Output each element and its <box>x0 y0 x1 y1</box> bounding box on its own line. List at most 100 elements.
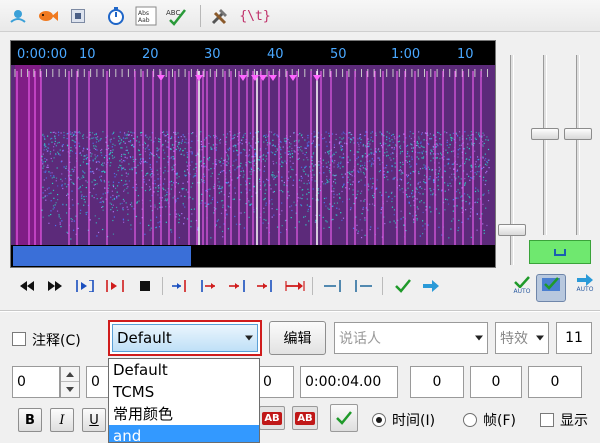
spectrogram-view[interactable]: 0:00:00 10 20 30 40 50 1:00 10 <box>10 40 496 268</box>
duration-field[interactable]: 0:00:04.00 <box>300 366 398 398</box>
italic-button[interactable]: I <box>50 408 74 432</box>
edit-button-label: 编辑 <box>283 331 312 347</box>
play-end-icon[interactable] <box>224 274 250 298</box>
style-option[interactable]: TCMS <box>109 381 259 403</box>
margin-right-value: 0 <box>491 374 501 390</box>
italic-label: I <box>59 412 65 428</box>
comment-checkbox[interactable] <box>12 332 26 346</box>
spectrogram-canvas[interactable] <box>11 41 495 267</box>
margin-left-value: 0 <box>432 374 442 390</box>
bold-button[interactable]: B <box>18 408 42 432</box>
play-to-end-icon[interactable] <box>282 274 308 298</box>
set-start-icon[interactable] <box>320 274 346 298</box>
vertical-zoom-track[interactable] <box>576 55 580 235</box>
actor-combo[interactable]: 说话人 <box>334 322 488 354</box>
link-toggle[interactable] <box>529 240 591 264</box>
stop-square-icon[interactable] <box>66 4 90 28</box>
vertical-zoom-thumb[interactable] <box>564 128 592 140</box>
chevron-down-icon <box>536 335 544 341</box>
show-original-checkbox[interactable] <box>540 413 554 427</box>
play-start-icon[interactable] <box>196 274 222 298</box>
commit-button[interactable] <box>330 404 358 432</box>
primary-color-button[interactable]: AB <box>259 406 285 430</box>
layer-field[interactable]: 11 <box>556 322 592 354</box>
bold-label: B <box>25 412 35 428</box>
edit-style-button[interactable]: 编辑 <box>269 321 326 355</box>
end-time-value: 0 <box>263 374 272 390</box>
underline-button[interactable]: U <box>82 408 106 432</box>
margin-right-field[interactable]: 0 <box>470 366 522 398</box>
time-radio-label: 时间(I) <box>392 413 436 429</box>
actor-placeholder: 说话人 <box>339 331 381 347</box>
play-selection-icon[interactable] <box>72 274 98 298</box>
show-original-label: 显示 <box>560 413 588 429</box>
transport-separator <box>382 277 383 295</box>
rewind-icon[interactable] <box>14 274 40 298</box>
style-option[interactable]: Default <box>109 359 259 381</box>
chevron-down-icon <box>475 335 483 341</box>
svg-text:ABC: ABC <box>166 9 180 17</box>
tag-icon[interactable]: {\t} <box>239 4 270 28</box>
start-time-value: 0 <box>91 374 100 390</box>
auto-commit-button[interactable]: AUTO <box>507 276 537 304</box>
svg-text:Abs: Abs <box>138 10 149 17</box>
set-end-icon[interactable] <box>350 274 376 298</box>
spellcheck-icon[interactable]: ABC <box>164 4 188 28</box>
panel-divider <box>0 310 600 312</box>
check-icon <box>336 411 352 425</box>
layer-spin-value: 0 <box>17 374 26 390</box>
margin-vertical-value: 0 <box>550 374 560 390</box>
next-line-icon[interactable] <box>418 274 444 298</box>
effect-value: 特效 <box>500 331 528 347</box>
spin-up-icon[interactable] <box>61 367 79 382</box>
timer-icon[interactable] <box>104 4 128 28</box>
layer-value: 11 <box>565 330 583 346</box>
style-combo-value: Default <box>117 329 172 347</box>
style-dropdown-list[interactable]: Default TCMS 常用颜色 and <box>108 358 260 443</box>
style-combo[interactable]: Default <box>108 320 262 356</box>
primary-color-label: AB <box>262 411 282 425</box>
main-toolbar: Abs Aab ABC {\t} <box>0 0 600 32</box>
volume-slider-track[interactable] <box>543 55 547 235</box>
stop-icon[interactable] <box>132 274 158 298</box>
play-line-icon[interactable] <box>102 274 128 298</box>
duration-value: 0:00:04.00 <box>305 374 382 390</box>
tools-icon[interactable] <box>208 4 232 28</box>
toolbar-separator <box>200 5 201 27</box>
transport-bar <box>10 274 508 300</box>
chevron-down-icon <box>245 335 253 341</box>
play-before-icon[interactable] <box>168 274 194 298</box>
fast-forward-icon[interactable] <box>42 274 68 298</box>
secondary-color-button[interactable]: AB <box>292 406 318 430</box>
zoom-slider-thumb[interactable] <box>498 224 526 236</box>
spin-down-icon[interactable] <box>61 382 79 397</box>
layer-spinner[interactable] <box>60 366 80 398</box>
effect-combo[interactable]: 特效 <box>495 322 549 354</box>
secondary-color-label: AB <box>295 411 315 425</box>
fish-icon[interactable] <box>36 4 60 28</box>
style-option[interactable]: 常用颜色 <box>109 403 259 425</box>
commit-icon[interactable] <box>390 274 416 298</box>
auto-scroll-button[interactable] <box>536 274 566 302</box>
frame-radio-label: 帧(F) <box>483 413 516 429</box>
transport-separator <box>162 277 163 295</box>
auto-label: AUTO <box>576 286 594 293</box>
scrollbar-thumb[interactable] <box>13 246 191 266</box>
open-icon[interactable] <box>6 4 30 28</box>
start-time-field[interactable]: 0 <box>86 366 110 398</box>
auto-label: AUTO <box>513 288 531 295</box>
margin-vertical-field[interactable]: 0 <box>528 366 582 398</box>
time-radio[interactable] <box>372 413 386 427</box>
style-option-selected[interactable]: and <box>109 425 259 442</box>
underline-label: U <box>89 412 99 428</box>
margin-left-field[interactable]: 0 <box>410 366 464 398</box>
transport-separator <box>312 277 313 295</box>
play-after-icon[interactable] <box>252 274 278 298</box>
frame-radio[interactable] <box>463 413 477 427</box>
layer-spin-field[interactable]: 0 <box>12 366 60 398</box>
audio-scrollbar[interactable] <box>11 246 495 266</box>
end-time-field[interactable]: 0 <box>258 366 294 398</box>
auto-next-button[interactable]: AUTO <box>570 274 600 302</box>
font-info-icon[interactable]: Abs Aab <box>134 4 158 28</box>
volume-slider-thumb[interactable] <box>531 128 559 140</box>
